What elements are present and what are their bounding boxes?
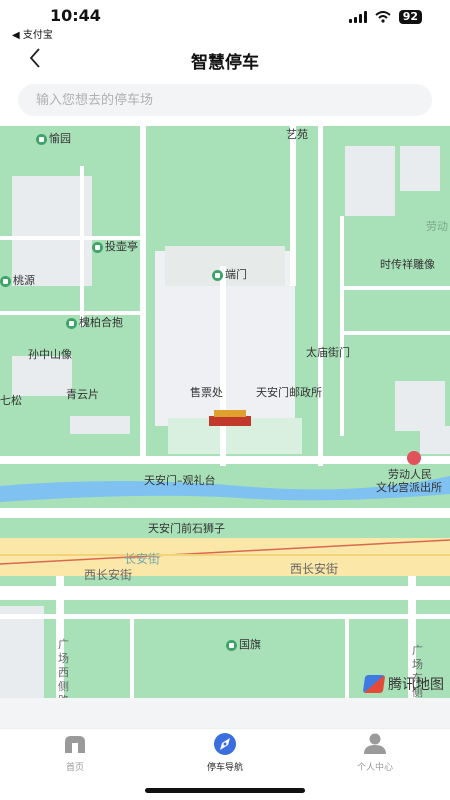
map-road [0,614,450,619]
tab-navigation[interactable]: 停车导航 [175,733,275,773]
search-bar [0,76,450,126]
map-footer-gap [0,698,450,728]
map-label: 劳动 [426,220,448,233]
road-label: 广场西侧路 [58,638,69,698]
map-road [0,586,450,600]
home-indicator[interactable] [145,788,305,793]
search-input[interactable] [18,84,432,116]
map-provider-text: 腾讯地图 [388,677,444,693]
map-block [70,416,130,434]
map-road [340,216,344,436]
map-road [290,126,296,286]
map-road [340,331,450,335]
tab-bar: 首页 停车导航 个人中心 [0,728,450,777]
nav-bar: 智慧停车 [0,40,450,76]
wifi-icon [375,11,391,23]
map-label: 太庙街门 [306,346,350,359]
map-road [340,286,450,290]
poi-icon [0,275,11,287]
tab-navigation-label: 停车导航 [206,763,243,773]
map-label: 售票处 [190,386,223,399]
tab-home-label: 首页 [65,763,84,773]
map-label: 天安门邮政所 [256,386,322,399]
map-road [140,126,146,456]
map-block [345,146,395,216]
map-label: 天安门前石狮子 [148,522,225,535]
map-label: 端门 [212,266,247,282]
police-icon [407,451,421,465]
map-road [220,266,226,466]
poi-icon [36,133,47,145]
map-label: 国旗 [226,636,261,652]
map-view[interactable]: 艺苑 愉园 投壶亭 桃源 端门 时传祥雕像 槐柏合抱 孙中山像 太庙街门 青云片… [0,126,450,698]
home-icon [65,736,85,753]
road-label: 长安街 [124,552,161,566]
tab-profile[interactable]: 个人中心 [325,733,425,773]
map-road [80,166,84,326]
map-road [0,554,450,556]
road-label: 西长安街 [290,562,339,576]
map-road [0,456,450,464]
tab-home[interactable]: 首页 [25,733,125,773]
map-label: 桃源 [0,272,35,288]
tab-profile-label: 个人中心 [356,763,393,773]
map-road [318,126,323,466]
map-label: 艺苑 [286,128,308,141]
map-block [395,381,445,431]
tiananmen-roof [214,410,246,417]
map-label: 愉园 [36,130,71,146]
tencent-map-logo-icon [362,675,386,693]
map-canvas [0,126,450,698]
map-label: 槐柏合抱 [66,314,123,330]
page-title: 智慧停车 [191,53,259,73]
map-label: 投壶亭 [92,238,138,254]
user-icon [364,733,386,754]
map-block [0,606,44,698]
map-road [130,616,134,698]
compass-icon [214,733,236,755]
map-label: 时传祥雕像 [380,258,435,271]
map-road [0,508,450,518]
map-label: 天安门–观礼台 [144,474,216,487]
battery-icon: 92 [398,10,422,24]
map-road [345,616,349,698]
poi-icon [66,317,77,329]
map-provider-logo: 腾讯地图 [362,674,444,694]
map-label: 孙中山像 [28,348,72,361]
road-label: 西长安街 [84,568,133,582]
poi-icon [226,639,237,651]
status-bar: 10:44 ◀ 支付宝 92 [0,0,450,41]
map-label: 文化宫派出所 [376,481,442,494]
map-label: 七松 [0,394,22,407]
map-block [12,356,72,396]
status-indicators: 92 [348,10,422,24]
poi-icon [92,241,103,253]
map-block [400,146,440,191]
status-time: 10:44 [50,6,101,25]
poi-icon [212,269,223,281]
tiananmen-icon [209,416,251,426]
signal-icon [348,11,367,23]
map-label: 青云片 [66,388,99,401]
map-block [420,426,450,454]
back-to-app-link[interactable]: ◀ 支付宝 [12,26,53,41]
